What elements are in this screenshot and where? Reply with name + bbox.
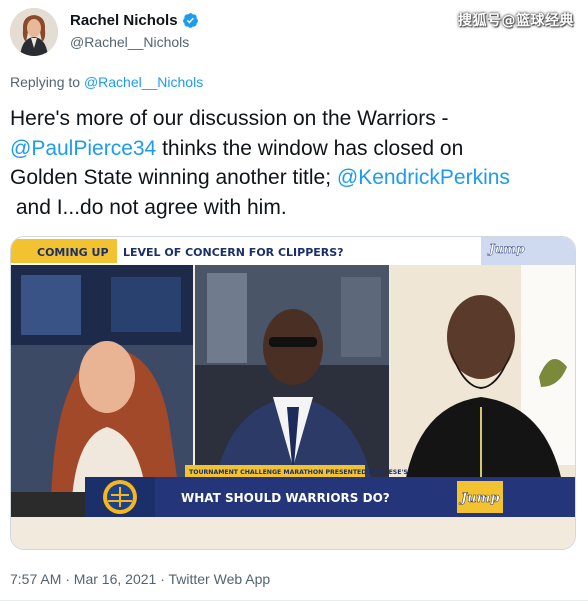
replying-to-mention[interactable]: @Rachel__Nichols — [84, 74, 203, 90]
replying-prefix: Replying to — [10, 74, 81, 90]
question-label: WHAT SHOULD WARRIORS DO? — [181, 491, 390, 505]
tweet-line-2: @PaulPierce34 thinks the window has clos… — [10, 134, 580, 164]
mention-paulpierce34[interactable]: @PaulPierce34 — [10, 137, 156, 160]
display-name[interactable]: Rachel Nichols — [70, 12, 178, 29]
sponsor-label: TOURNAMENT CHALLENGE MARATHON PRESENTED … — [189, 469, 408, 476]
profile-avatar[interactable] — [10, 8, 58, 56]
verified-badge-icon — [182, 12, 199, 29]
video-frame: COMING UP LEVEL OF CONCERN FOR CLIPPERS?… — [11, 237, 575, 549]
tweet-line-2-text: thinks the window has closed on — [156, 136, 464, 160]
tweet-header: Rachel Nichols @Rachel__Nichols 搜狐号@篮球经典 — [10, 8, 578, 58]
tweet-timestamp[interactable]: 7:57 AM · Mar 16, 2021 · Twitter Web App — [10, 571, 270, 587]
topic-label: LEVEL OF CONCERN FOR CLIPPERS? — [123, 246, 344, 259]
tweet-line-1: Here's more of our discussion on the War… — [10, 107, 449, 130]
watermark: 搜狐号@篮球经典 — [458, 13, 574, 29]
divider — [0, 600, 588, 601]
tweet-text: Here's more of our discussion on the War… — [10, 104, 580, 222]
coming-up-label: COMING UP — [37, 246, 109, 259]
replying-to-line: Replying to @Rachel__Nichols — [10, 74, 203, 90]
tweet-line-3-text: Golden State winning another title; — [10, 166, 337, 189]
show-logo-bottom: Jump — [458, 491, 499, 506]
tweet-line-3: Golden State winning another title; @Ken… — [10, 163, 580, 193]
tweet-line-4: and I...do not agree with him. — [10, 195, 287, 219]
mention-kendrickperkins[interactable]: @KendrickPerkins — [337, 166, 510, 189]
show-logo-top: Jump — [487, 242, 525, 256]
tweet-video[interactable]: COMING UP LEVEL OF CONCERN FOR CLIPPERS?… — [10, 236, 576, 550]
user-handle[interactable]: @Rachel__Nichols — [70, 34, 189, 50]
name-row: Rachel Nichols — [70, 12, 199, 29]
